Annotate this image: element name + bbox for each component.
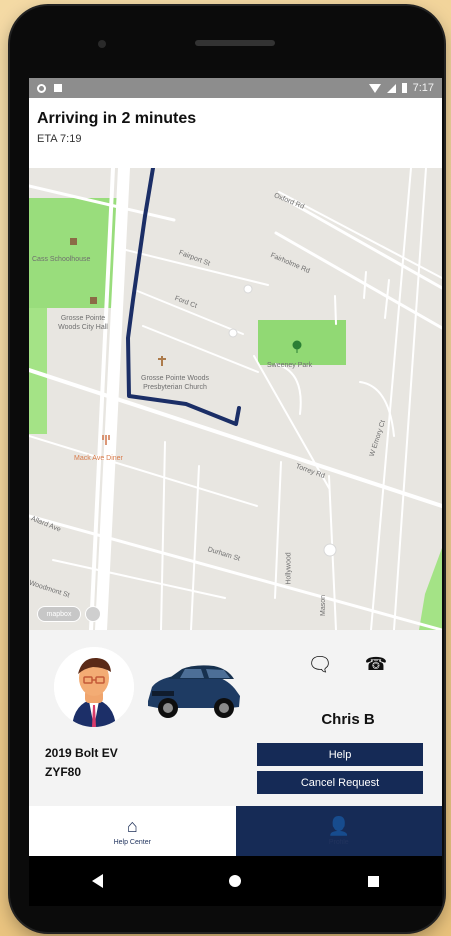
map-label-hollywood: Hollywood xyxy=(285,552,293,585)
eta-text: ETA 7:19 xyxy=(37,133,82,145)
signal-icon xyxy=(386,83,396,93)
mapbox-logo: mapbox xyxy=(37,606,81,622)
tab-help-center-label: Help Center xyxy=(113,838,151,846)
map-label-cass-schoolhouse: Cass Schoolhouse xyxy=(32,256,91,263)
driver-avatar xyxy=(54,647,134,727)
tab-help-center[interactable]: ⌂ Help Center xyxy=(29,806,236,856)
map-label-church: Grosse Pointe Woods Presbyterian Church xyxy=(141,375,209,391)
notification-icon xyxy=(37,83,46,93)
recent-apps-icon[interactable] xyxy=(367,875,379,887)
status-time: 7:17 xyxy=(412,82,434,94)
trip-header: Arriving in 2 minutes ETA 7:19 xyxy=(29,98,442,168)
bottom-navigation: ⌂ Help Center 👤 Profile xyxy=(29,806,442,856)
status-left xyxy=(37,83,62,93)
car-model: 2019 Bolt EV xyxy=(45,746,118,760)
status-right: 7:17 xyxy=(368,82,434,94)
app-screen: 7:17 Arriving in 2 minutes ETA 7:19 Oxfo… xyxy=(29,78,442,856)
wifi-icon xyxy=(368,83,381,93)
map-label-mason: Mason xyxy=(320,594,328,617)
driver-info-panel: 🗨 ☎ Chris B 2019 Bolt EV ZYF80 Help Canc… xyxy=(29,630,442,806)
battery-icon xyxy=(401,83,407,93)
phone-icon[interactable]: ☎ xyxy=(362,650,390,678)
arrival-title: Arriving in 2 minutes xyxy=(37,110,197,127)
cancel-request-button[interactable]: Cancel Request xyxy=(257,771,423,794)
home-icon: ⌂ xyxy=(126,815,138,836)
camera-icon xyxy=(98,40,106,48)
profile-icon: 👤 xyxy=(327,815,350,836)
home-button-icon[interactable] xyxy=(229,875,242,887)
car-image xyxy=(148,665,240,718)
chat-icon[interactable]: 🗨 xyxy=(306,650,334,678)
speaker-grille xyxy=(195,40,275,46)
map-label-sweeney-park: Sweeney Park xyxy=(267,362,313,369)
back-icon[interactable] xyxy=(92,874,104,888)
tab-profile-label: Profile xyxy=(328,838,349,846)
map-view[interactable]: Oxford Rd Fairholme Rd Fairport St Ford … xyxy=(29,168,442,630)
driver-name: Chris B xyxy=(321,711,375,728)
avatar-image xyxy=(54,647,134,727)
map-label-city-hall: Grosse Pointe Woods City Hall xyxy=(58,315,108,331)
help-button[interactable]: Help xyxy=(257,743,423,766)
map-label-mack-diner: Mack Ave Diner xyxy=(74,455,123,462)
map-credit: mapbox xyxy=(37,606,101,622)
license-plate: ZYF80 xyxy=(45,765,82,779)
status-bar: 7:17 xyxy=(29,78,442,98)
android-navigation-bar xyxy=(29,856,442,906)
tab-profile[interactable]: 👤 Profile xyxy=(235,806,442,856)
map-info-icon[interactable] xyxy=(85,606,101,622)
sd-card-icon xyxy=(54,84,62,92)
